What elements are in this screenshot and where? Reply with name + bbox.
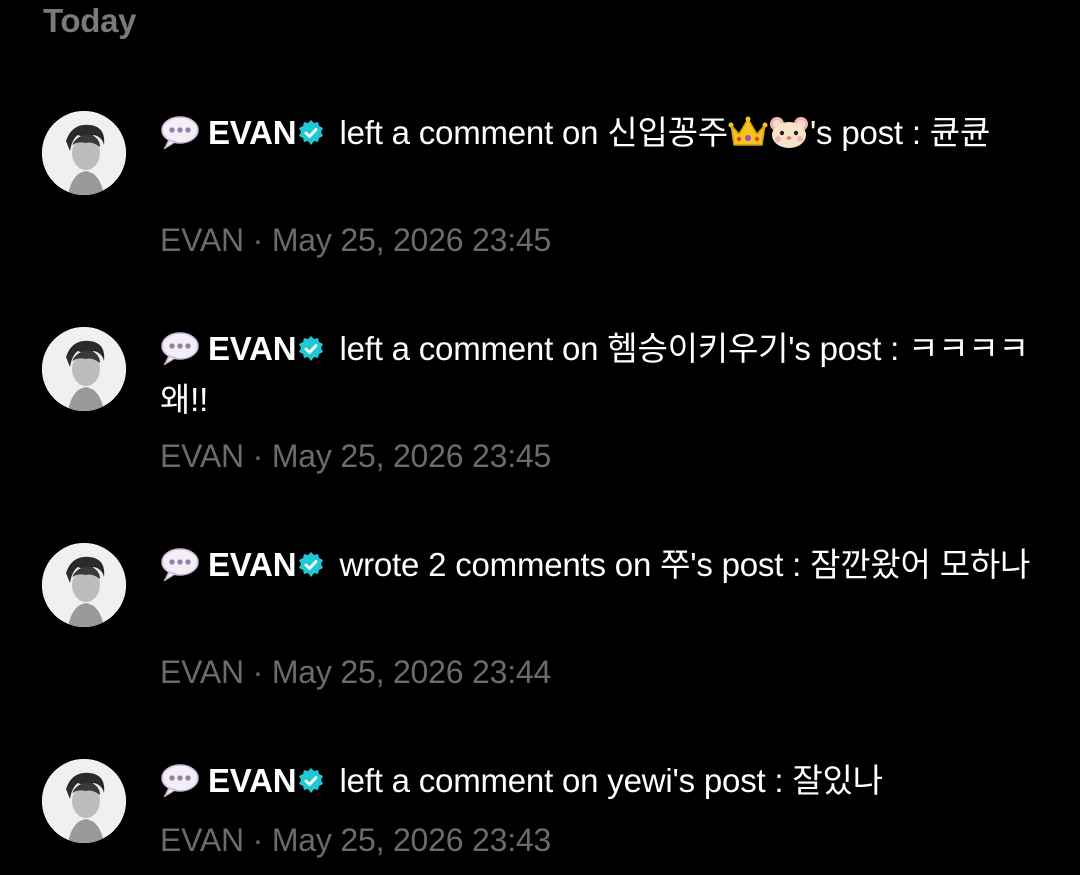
action-text: left a comment on 신입꽁주 <box>339 114 728 151</box>
hamster-emoji <box>768 115 810 161</box>
notification-meta: EVAN · May 25, 2026 23:45 <box>160 438 551 475</box>
action-text-suffix: 's post : 큔큔 <box>809 114 991 151</box>
meta-author: EVAN <box>160 222 244 258</box>
meta-separator: · <box>252 654 264 690</box>
author-name[interactable]: EVAN <box>208 114 297 151</box>
verified-badge-icon <box>297 761 325 807</box>
meta-separator: · <box>252 438 264 474</box>
action-text: wrote 2 comments on 쭈's post : 잠깐왔어 모하나 <box>339 546 1031 583</box>
verified-badge-icon <box>297 545 325 591</box>
notification-meta: EVAN · May 25, 2026 23:45 <box>160 222 551 259</box>
crown-emoji <box>728 115 768 161</box>
meta-author: EVAN <box>160 438 244 474</box>
notification-text: EVAN left a comment on 신입꽁주 's post : 큔큔 <box>160 110 1040 161</box>
notification-text: EVAN wrote 2 comments on 쭈's post : 잠깐왔어 … <box>160 542 1040 593</box>
timestamp: May 25, 2026 23:44 <box>271 654 552 690</box>
meta-separator: · <box>252 822 264 858</box>
timestamp: May 25, 2026 23:43 <box>271 822 552 858</box>
notification-text: EVAN left a comment on yewi's post : 잘있나 <box>160 758 1040 809</box>
speech-bubble-icon <box>160 763 200 809</box>
timestamp: May 25, 2026 23:45 <box>271 222 552 258</box>
avatar[interactable] <box>42 111 126 195</box>
avatar[interactable] <box>42 543 126 627</box>
action-text: left a comment on yewi's post : 잘있나 <box>339 762 883 799</box>
notification-meta: EVAN · May 25, 2026 23:43 <box>160 822 551 859</box>
notification-text: EVAN left a comment on 헴승이키우기's post : ㅋㅋ… <box>160 326 1040 423</box>
speech-bubble-icon <box>160 115 200 161</box>
meta-separator: · <box>252 222 264 258</box>
notification-meta: EVAN · May 25, 2026 23:44 <box>160 654 551 691</box>
verified-badge-icon <box>297 329 325 375</box>
meta-author: EVAN <box>160 822 244 858</box>
author-name[interactable]: EVAN <box>208 546 297 583</box>
notification-screen: Today EVAN left a comment on 신입꽁주 's pos… <box>0 0 1080 875</box>
meta-author: EVAN <box>160 654 244 690</box>
avatar[interactable] <box>42 327 126 411</box>
speech-bubble-icon <box>160 547 200 593</box>
author-name[interactable]: EVAN <box>208 762 297 799</box>
timestamp: May 25, 2026 23:45 <box>271 438 552 474</box>
avatar[interactable] <box>42 759 126 843</box>
section-header-today: Today <box>43 2 137 39</box>
author-name[interactable]: EVAN <box>208 330 297 367</box>
verified-badge-icon <box>297 113 325 159</box>
speech-bubble-icon <box>160 331 200 377</box>
